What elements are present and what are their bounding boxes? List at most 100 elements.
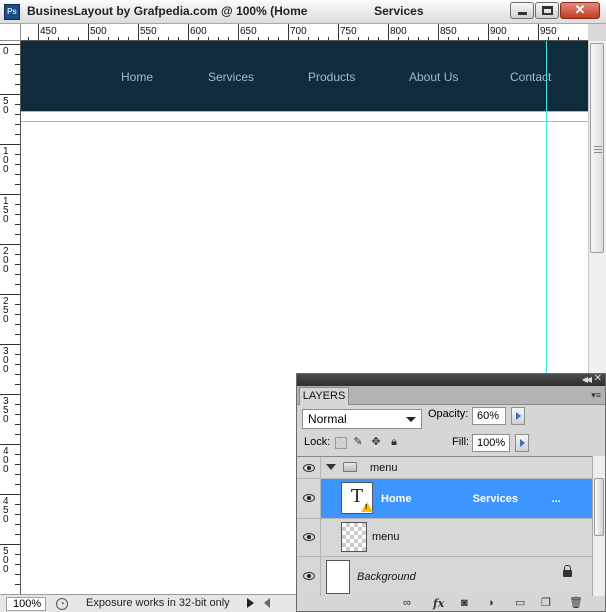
ruler-label: 0 [3,464,9,475]
window-controls: ✕ [510,2,600,19]
minimize-icon [518,12,527,15]
lock-all-icon[interactable]: 🔒︎ [387,436,401,449]
status-menu-arrow-icon[interactable] [247,598,254,608]
collapse-panel-icon[interactable]: ◀◀ [582,375,592,384]
layer-list-scroll-thumb[interactable] [594,478,604,536]
status-message: Exposure works in 32-bit only [86,597,230,609]
blend-mode-value: Normal [308,412,347,426]
eye-icon [303,494,315,502]
visibility-toggle[interactable] [297,557,321,597]
tab-layers[interactable]: LAYERS [299,387,349,405]
lock-options: ✎ ✥ 🔒︎ [335,436,401,449]
panel-header-bar[interactable]: ◀◀ ✕ [297,373,605,386]
horizontal-ruler[interactable]: 450 500 550 600 650 700 750 800 850 900 950 [21,24,588,41]
fill-label: Fill: [452,436,470,448]
ruler-label: 800 [390,26,407,37]
ruler-label: 0 [3,514,9,525]
document-titlebar[interactable]: Ps BusinesLayout by Grafpedia.com @ 100%… [0,0,606,24]
ruler-label: 750 [340,26,357,37]
lock-transparency-icon[interactable] [335,437,347,449]
nav-services: Services [208,70,255,84]
close-button[interactable]: ✕ [560,2,600,19]
scroll-left-arrow-icon[interactable] [264,598,270,608]
layer-row-menu[interactable]: menu [297,519,592,557]
chevron-down-icon [406,417,416,422]
ruler-label: 0 [3,414,9,425]
ruler-label: 950 [540,26,557,37]
opacity-label: Opacity: [428,408,469,420]
trash-icon[interactable]: 🗑︎ [569,597,583,610]
status-bar: 100% ◔ Exposure works in 32-bit only [0,594,296,612]
maximize-button[interactable] [535,2,559,19]
opacity-field[interactable]: 60% [472,407,506,425]
panel-tab-bar: LAYERS ▾≡ [297,386,605,405]
document-title: BusinesLayout by Grafpedia.com @ 100% (H… [27,4,424,18]
layer-name: Background [357,571,416,583]
horizontal-guide[interactable] [21,121,588,122]
layer-list-scrollbar[interactable] [592,456,605,596]
nav-products: Products [308,70,356,84]
grip-icon [594,146,602,147]
panel-close-icon[interactable]: ✕ [594,373,602,384]
adjustment-icon[interactable]: ◑ [487,597,494,610]
ruler-label: 0 [3,264,9,275]
layer-list: menu T ! Home Services ... menu Backgrou… [297,456,592,597]
lock-paint-brush-icon[interactable]: ✎ [351,436,365,449]
layer-name: menu [370,462,398,474]
link-icon[interactable]: ∞ [403,597,411,610]
ruler-label: 0 [3,314,9,325]
ruler-label: 550 [140,26,157,37]
text-layer-thumbnail: T ! [341,482,373,514]
fill-slider-button[interactable] [515,434,529,452]
background-thumbnail [326,560,350,594]
layer-row-background[interactable]: Background [297,557,592,597]
panel-footer: ∞ fx ◙ ◑ ▭ ❐ 🗑︎ [297,596,605,611]
visibility-toggle[interactable] [297,479,321,518]
horizontal-ruler-ticks: 450 500 550 600 650 700 750 800 850 900 950 [28,24,579,40]
lock-position-move-icon[interactable]: ✥ [369,436,383,449]
minimize-button[interactable] [510,2,534,19]
blend-mode-select[interactable]: Normal [302,409,422,429]
fill-field[interactable]: 100% [472,434,510,452]
maximize-icon [542,6,553,15]
ruler-label: 500 [90,26,107,37]
layers-panel: ◀◀ ✕ LAYERS ▾≡ Normal Opacity: 60% Lock:… [296,373,606,612]
fx-icon[interactable]: fx [433,597,444,610]
eye-icon [303,533,315,541]
layer-row-text[interactable]: T ! Home Services ... [297,479,592,519]
site-menu-bar: Home Services Products About Us Contact [21,41,588,111]
layer-name: menu [372,531,400,543]
layer-name: Home Services ... [381,493,561,505]
ruler-label: 900 [490,26,507,37]
vertical-scroll-thumb[interactable] [590,43,604,253]
vertical-ruler-ticks: 050100150200250300350400450500 [0,44,20,585]
vertical-ruler[interactable]: 050100150200250300350400450500 [0,41,21,594]
opacity-slider-button[interactable] [511,407,525,425]
layer-row-menu-group[interactable]: menu [297,457,592,479]
lock-label: Lock: [304,436,331,448]
ruler-origin[interactable] [0,24,21,41]
ruler-label: 0 [3,105,9,116]
ruler-label: 650 [240,26,257,37]
horizontal-guide[interactable] [21,111,588,112]
visibility-toggle[interactable] [297,519,321,556]
ruler-label: 0 [3,564,9,575]
new-layer-icon[interactable]: ❐ [541,597,551,610]
ruler-label: 0 [3,364,9,375]
layer-thumbnail [341,522,367,552]
panel-menu-icon[interactable]: ▾≡ [591,390,601,401]
grip-icon [594,152,602,153]
ruler-label: 0 [3,46,9,57]
ruler-label: 450 [40,26,57,37]
close-icon: ✕ [574,2,586,17]
visibility-toggle[interactable] [297,457,321,478]
eye-icon [303,464,315,472]
zoom-level-field[interactable]: 100% [6,597,46,611]
new-group-icon[interactable]: ▭ [515,597,525,610]
expand-triangle-icon[interactable] [326,464,336,470]
grip-icon [594,149,602,150]
mask-icon[interactable]: ◙ [461,597,468,610]
ruler-label: 600 [190,26,207,37]
ruler-label: 850 [440,26,457,37]
status-info-icon[interactable]: ◔ [56,598,68,610]
